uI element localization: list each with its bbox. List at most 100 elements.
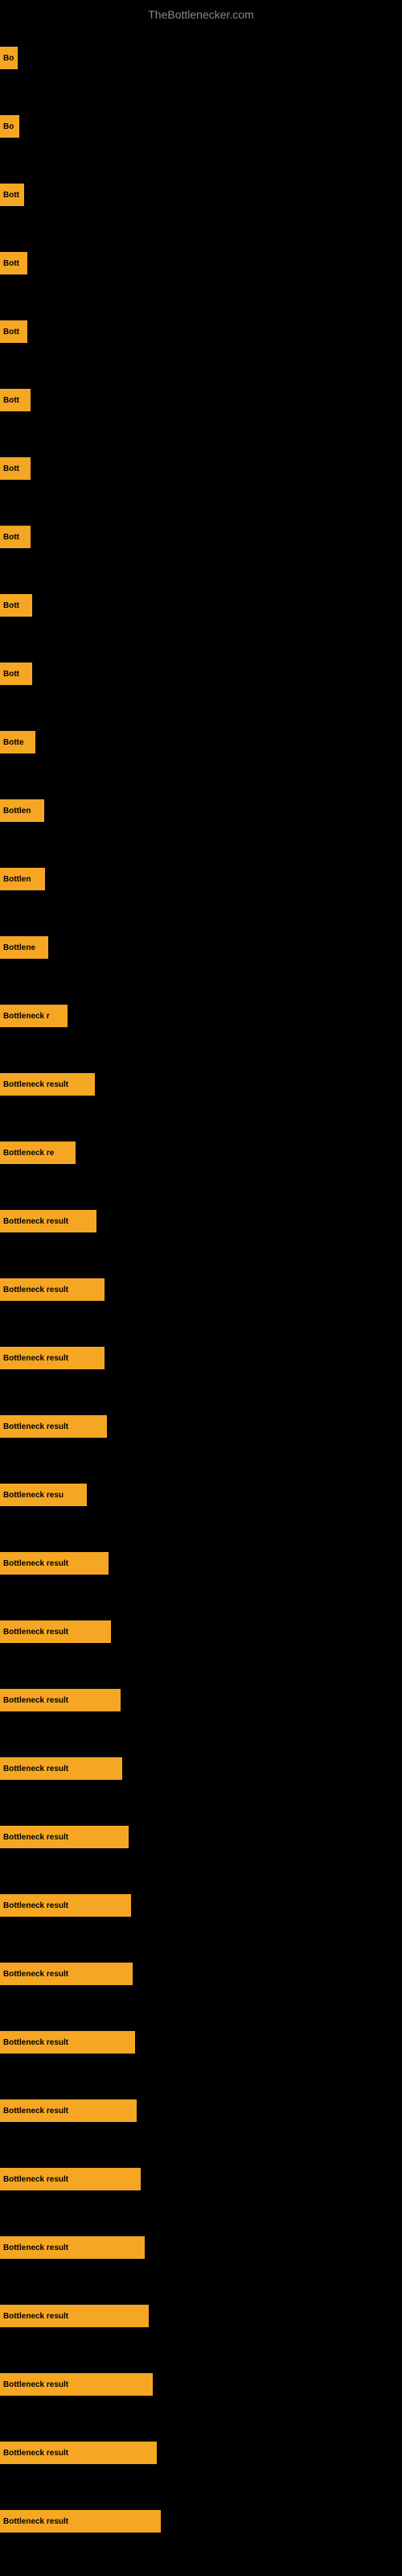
bar-label: Bottleneck result (3, 2517, 68, 2526)
bar-label: Bottleneck result (3, 2380, 68, 2389)
bar-row: Bottlen (0, 845, 402, 914)
bar-label: Bottleneck r (3, 1012, 50, 1021)
bar-row: Bottleneck re (0, 1119, 402, 1187)
bar-label: Bottleneck result (3, 1628, 68, 1637)
bar-item: Bottlen (0, 799, 44, 822)
bar-row: Bottleneck resu (0, 1461, 402, 1530)
bar-item: Bottleneck result (0, 2442, 157, 2464)
bar-label: Bottleneck result (3, 1422, 68, 1431)
bar-item: Bottlene (0, 936, 48, 959)
bar-item: Bottleneck result (0, 2236, 145, 2259)
bar-label: Botte (3, 738, 24, 747)
bar-label: Bottleneck result (3, 2175, 68, 2184)
bar-item: Bottleneck result (0, 1620, 111, 1643)
bar-row: Bott (0, 572, 402, 640)
bar-row: Bottleneck result (0, 2008, 402, 2077)
bar-row: Bottleneck result (0, 2145, 402, 2214)
bar-row: Bottleneck result (0, 2214, 402, 2282)
bars-container: Bo Bo Bott Bott Bott Bott Bott Bott Bott Bott Bott… (0, 24, 402, 2556)
bar-row: Bottleneck result (0, 1324, 402, 1393)
bar-row: Bott (0, 503, 402, 572)
bar-item: Bottleneck result (0, 1689, 121, 1711)
bar-item: Bottleneck result (0, 2168, 141, 2190)
bar-row: Bo (0, 93, 402, 161)
bar-row: Bo (0, 24, 402, 93)
bar-row: Bottleneck result (0, 1872, 402, 1940)
bar-row: Bottleneck result (0, 2487, 402, 2556)
bar-row: Bottleneck result (0, 2077, 402, 2145)
bar-row: Bottleneck result (0, 2351, 402, 2419)
bar-item: Bott (0, 184, 24, 206)
bar-item: Bott (0, 389, 31, 411)
bar-label: Bottlen (3, 875, 31, 884)
bar-item: Bottleneck result (0, 2305, 149, 2327)
bar-row: Botte (0, 708, 402, 777)
bar-label: Bottleneck result (3, 1354, 68, 1363)
bar-row: Bott (0, 161, 402, 229)
bar-label: Bo (3, 54, 14, 63)
bar-item: Bottleneck re (0, 1141, 76, 1164)
bar-row: Bottleneck result (0, 1051, 402, 1119)
bar-row: Bott (0, 640, 402, 708)
bar-label: Bott (3, 396, 19, 405)
bar-label: Bo (3, 122, 14, 131)
bar-item: Bottleneck result (0, 1894, 131, 1917)
bar-item: Bott (0, 457, 31, 480)
bar-item: Bo (0, 115, 19, 138)
bar-row: Bottlen (0, 777, 402, 845)
bar-row: Bottleneck result (0, 1666, 402, 1735)
bar-item: Bottleneck result (0, 1347, 105, 1369)
bar-item: Botte (0, 731, 35, 753)
bar-label: Bott (3, 259, 19, 268)
bar-label: Bott (3, 191, 19, 200)
bar-label: Bottleneck result (3, 2244, 68, 2252)
bar-row: Bottleneck result (0, 2419, 402, 2487)
bar-item: Bottleneck result (0, 2031, 135, 2054)
bar-label: Bottleneck re (3, 1149, 54, 1158)
bar-label: Bottleneck result (3, 1833, 68, 1842)
bar-label: Bottleneck result (3, 2107, 68, 2116)
bar-label: Bottlene (3, 943, 35, 952)
bar-row: Bottleneck result (0, 1940, 402, 2008)
bar-item: Bott (0, 320, 27, 343)
bar-row: Bott (0, 298, 402, 366)
bar-row: Bottleneck result (0, 1393, 402, 1461)
bar-row: Bottleneck result (0, 2282, 402, 2351)
bar-label: Bottleneck result (3, 1970, 68, 1979)
bar-label: Bott (3, 464, 19, 473)
bar-item: Bott (0, 594, 32, 617)
bar-label: Bottleneck result (3, 2312, 68, 2321)
bar-row: Bottleneck result (0, 1598, 402, 1666)
bar-item: Bottleneck r (0, 1005, 68, 1027)
bar-item: Bott (0, 663, 32, 685)
bar-label: Bottleneck result (3, 1559, 68, 1568)
bar-label: Bottleneck result (3, 1696, 68, 1705)
bar-item: Bottleneck result (0, 1415, 107, 1438)
bar-row: Bott (0, 435, 402, 503)
bar-item: Bottlen (0, 868, 45, 890)
bar-label: Bottleneck result (3, 2449, 68, 2458)
bar-item: Bottleneck result (0, 2099, 137, 2122)
bar-label: Bottleneck result (3, 2038, 68, 2047)
bar-item: Bott (0, 252, 27, 275)
bar-label: Bottleneck result (3, 1286, 68, 1294)
bar-item: Bottleneck resu (0, 1484, 87, 1506)
bar-label: Bottleneck result (3, 1901, 68, 1910)
bar-row: Bottleneck result (0, 1530, 402, 1598)
bar-item: Bottleneck result (0, 1757, 122, 1780)
bar-row: Bottlene (0, 914, 402, 982)
bar-row: Bottleneck result (0, 1256, 402, 1324)
bar-item: Bottleneck result (0, 1278, 105, 1301)
bar-item: Bottleneck result (0, 2510, 161, 2533)
bar-item: Bottleneck result (0, 1210, 96, 1232)
bar-label: Bottleneck resu (3, 1491, 64, 1500)
bar-label: Bottlen (3, 807, 31, 815)
bar-label: Bott (3, 328, 19, 336)
bar-item: Bo (0, 47, 18, 69)
bar-row: Bott (0, 229, 402, 298)
bar-item: Bott (0, 526, 31, 548)
bar-row: Bottleneck r (0, 982, 402, 1051)
bar-item: Bottleneck result (0, 2373, 153, 2396)
bar-item: Bottleneck result (0, 1073, 95, 1096)
bar-item: Bottleneck result (0, 1552, 109, 1575)
